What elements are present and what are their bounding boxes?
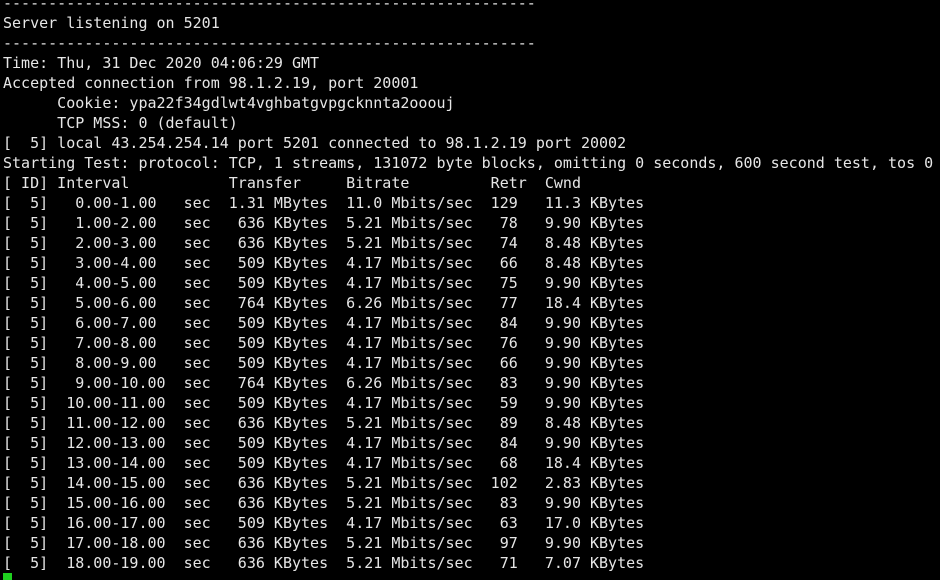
interval-row: [ 5] 14.00-15.00 sec 636 KBytes 5.21 Mbi… xyxy=(3,474,645,492)
interval-row: [ 5] 18.00-19.00 sec 636 KBytes 5.21 Mbi… xyxy=(3,554,645,572)
interval-row: [ 5] 4.00-5.00 sec 509 KBytes 4.17 Mbits… xyxy=(3,274,645,292)
interval-row: [ 5] 8.00-9.00 sec 509 KBytes 4.17 Mbits… xyxy=(3,354,645,372)
interval-row: [ 5] 17.00-18.00 sec 636 KBytes 5.21 Mbi… xyxy=(3,534,645,552)
time-line: Time: Thu, 31 Dec 2020 04:06:29 GMT xyxy=(3,54,320,72)
interval-row: [ 5] 1.00-2.00 sec 636 KBytes 5.21 Mbits… xyxy=(3,214,645,232)
interval-row: [ 5] 10.00-11.00 sec 509 KBytes 4.17 Mbi… xyxy=(3,394,645,412)
interval-row: [ 5] 9.00-10.00 sec 764 KBytes 6.26 Mbit… xyxy=(3,374,645,392)
cookie-line: Cookie: ypa22f34gdlwt4vghbatgvpgcknnta2o… xyxy=(3,94,455,112)
interval-row: [ 5] 3.00-4.00 sec 509 KBytes 4.17 Mbits… xyxy=(3,254,645,272)
interval-row: [ 5] 2.00-3.00 sec 636 KBytes 5.21 Mbits… xyxy=(3,234,645,252)
terminal-output: ----------------------------------------… xyxy=(3,0,933,573)
interval-row: [ 5] 6.00-7.00 sec 509 KBytes 4.17 Mbits… xyxy=(3,314,645,332)
separator-line: ----------------------------------------… xyxy=(3,0,536,12)
interval-row: [ 5] 5.00-6.00 sec 764 KBytes 6.26 Mbits… xyxy=(3,294,645,312)
interval-row: [ 5] 16.00-17.00 sec 509 KBytes 4.17 Mbi… xyxy=(3,514,645,532)
tcp-mss-line: TCP MSS: 0 (default) xyxy=(3,114,238,132)
interval-row: [ 5] 11.00-12.00 sec 636 KBytes 5.21 Mbi… xyxy=(3,414,645,432)
text-cursor xyxy=(3,573,12,580)
terminal-window[interactable]: ----------------------------------------… xyxy=(0,0,940,580)
starting-test-line: Starting Test: protocol: TCP, 1 streams,… xyxy=(3,154,934,172)
interval-row: [ 5] 7.00-8.00 sec 509 KBytes 4.17 Mbits… xyxy=(3,334,645,352)
local-connection-line: [ 5] local 43.254.254.14 port 5201 conne… xyxy=(3,134,627,152)
interval-row: [ 5] 12.00-13.00 sec 509 KBytes 4.17 Mbi… xyxy=(3,434,645,452)
separator-line: ----------------------------------------… xyxy=(3,34,536,52)
interval-row: [ 5] 0.00-1.00 sec 1.31 MBytes 11.0 Mbit… xyxy=(3,194,645,212)
server-listening-line: Server listening on 5201 xyxy=(3,14,220,32)
accepted-connection-line: Accepted connection from 98.1.2.19, port… xyxy=(3,74,419,92)
table-header-line: [ ID] Interval Transfer Bitrate Retr Cwn… xyxy=(3,174,581,192)
interval-row: [ 5] 15.00-16.00 sec 636 KBytes 5.21 Mbi… xyxy=(3,494,645,512)
interval-row: [ 5] 13.00-14.00 sec 509 KBytes 4.17 Mbi… xyxy=(3,454,645,472)
